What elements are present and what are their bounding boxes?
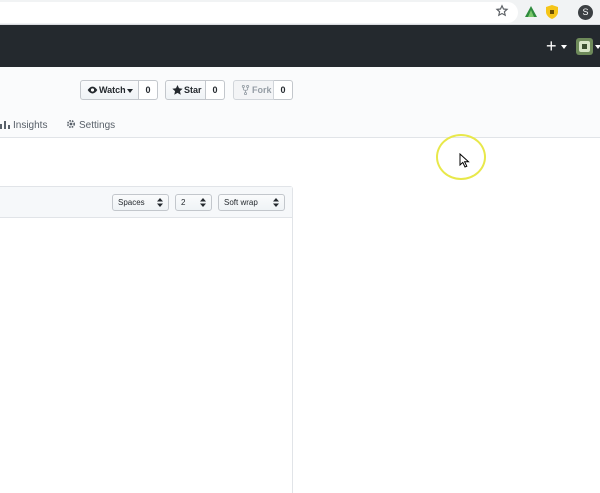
profile-avatar[interactable]: S — [578, 5, 593, 20]
select-arrows-icon — [157, 198, 163, 207]
code-editor-area[interactable] — [0, 218, 292, 493]
browser-toolbar: S — [0, 0, 600, 25]
fork-button[interactable]: Fork — [233, 80, 274, 100]
mouse-pointer-icon — [459, 153, 470, 168]
select-arrows-icon — [200, 198, 206, 207]
fork-icon — [241, 85, 250, 95]
indent-size-select[interactable]: 2 — [175, 194, 212, 211]
eye-icon — [87, 86, 98, 94]
chevron-down-icon — [561, 45, 567, 49]
watch-count[interactable]: 0 — [139, 80, 158, 100]
indent-mode-select[interactable]: Spaces — [112, 194, 169, 211]
tab-insights-label: Insights — [13, 120, 48, 131]
chevron-down-icon — [127, 89, 133, 93]
star-icon — [172, 85, 183, 95]
wrap-mode-select[interactable]: Soft wrap — [218, 194, 285, 211]
indent-size-value: 2 — [181, 198, 186, 207]
site-header — [0, 25, 600, 67]
indent-mode-value: Spaces — [118, 198, 145, 207]
star-button[interactable]: Star — [165, 80, 206, 100]
address-bar[interactable] — [0, 2, 518, 23]
star-count[interactable]: 0 — [206, 80, 225, 100]
graph-icon — [0, 121, 10, 129]
watch-label: Watch — [99, 85, 126, 95]
select-arrows-icon — [273, 198, 279, 207]
editor-toolbar: Spaces 2 Soft wrap — [0, 187, 292, 218]
user-avatar[interactable] — [576, 38, 593, 55]
tab-settings-label: Settings — [79, 120, 116, 131]
extension-green-icon[interactable] — [525, 6, 537, 17]
tab-settings[interactable]: Settings — [66, 119, 115, 132]
wrap-mode-value: Soft wrap — [224, 198, 258, 207]
fork-label: Fork — [252, 85, 272, 95]
fork-count[interactable]: 0 — [274, 80, 293, 100]
star-label: Star — [184, 85, 202, 95]
gear-icon — [66, 119, 76, 129]
extension-shield-icon[interactable] — [546, 5, 558, 19]
chevron-down-icon — [595, 45, 600, 49]
create-new-button[interactable]: + — [546, 37, 557, 55]
file-editor: Spaces 2 Soft wrap — [0, 186, 293, 493]
tab-insights[interactable]: Insights — [0, 119, 47, 132]
bookmark-star-icon[interactable] — [495, 4, 509, 18]
